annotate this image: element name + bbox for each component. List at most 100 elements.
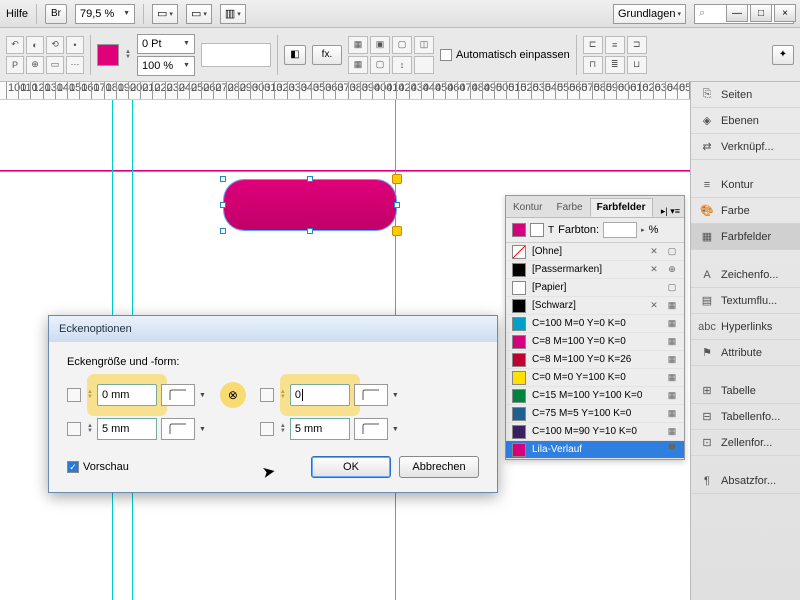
window-maximize[interactable]: □ [750,4,772,22]
rail-item-kontur[interactable]: ≡Kontur [691,172,800,198]
rail-item-textumflu[interactable]: ▤Textumflu... [691,288,800,314]
swatch-color-icon [512,353,526,367]
swatch-row[interactable]: C=75 M=5 Y=100 K=0▦ [506,405,684,423]
rail-icon: ⊞ [699,383,715,399]
type-icon: ▦ [666,408,678,420]
preview-checkbox[interactable]: ✓ Vorschau [67,461,129,473]
panel-tab-kontur[interactable]: Kontur [506,198,549,217]
swatch-row[interactable]: [Papier]▢ [506,279,684,297]
rail-icon: abc [699,319,715,335]
corner-tl-shape[interactable] [161,384,195,406]
fx-button[interactable]: fx. [312,45,342,65]
tint-field[interactable] [603,222,637,238]
group-label: Eckengröße und -form: [67,356,479,368]
stroke-style-dropdown[interactable] [201,43,271,67]
view-options-2[interactable]: ▭▾ [186,4,212,24]
search-icon: ⌕ [699,7,705,20]
corner-options-dialog: Eckenoptionen Eckengröße und -form: ▲▼ 0… [48,315,498,493]
workspace-switcher[interactable]: Grundlagen ▾ [613,4,686,24]
rail-item-verknpf[interactable]: ⇄Verknüpf... [691,134,800,160]
horizontal-ruler: 1001101201301401501601701801902002102202… [0,82,800,100]
rail-item-ebenen[interactable]: ◈Ebenen [691,108,800,134]
corner-br-toggle[interactable] [260,422,274,436]
swatch-color-icon [512,371,526,385]
swap-colors-icon[interactable]: ▲▼ [125,50,131,60]
top-menubar: Hilfe Br 79,5 %▼ ▭▾ ▭▾ ▥▾ Grundlagen ▾ ⌕… [0,0,800,28]
rail-item-attribute[interactable]: ⚑Attribute [691,340,800,366]
current-stroke-icon[interactable] [530,223,544,237]
corner-tr-toggle[interactable] [260,388,274,402]
corner-br-shape[interactable] [354,418,388,440]
menu-help[interactable]: Hilfe [6,8,28,20]
swatch-row[interactable]: [Schwarz]✕▦ [506,297,684,315]
cancel-button[interactable]: Abbrechen [399,456,479,478]
ok-button[interactable]: OK [311,456,391,478]
swatch-row[interactable]: C=0 M=0 Y=100 K=0▦ [506,369,684,387]
swatch-row[interactable]: C=15 M=100 Y=100 K=0▦ [506,387,684,405]
swatch-row[interactable]: [Passermarken]✕⊕ [506,261,684,279]
frame-fit-grid[interactable]: ▦▣▢◫ ▦▢↕ [348,36,434,74]
zoom-field[interactable]: 79,5 %▼ [75,4,135,24]
auto-fit-checkbox[interactable]: Automatisch einpassen [440,49,570,61]
type-icon: ▦ [666,426,678,438]
type-icon: ⊕ [666,264,678,276]
corner-tr-shape[interactable] [354,384,388,406]
swatch-color-icon [512,443,526,457]
type-icon: ▦ [666,354,678,366]
rail-item-tabelle[interactable]: ⊞Tabelle [691,378,800,404]
swatch-row[interactable]: C=8 M=100 Y=0 K=0▦ [506,333,684,351]
align-grid[interactable]: ⊏≡⊐ ⊓≣⊔ [583,36,647,74]
swatch-color-icon [512,425,526,439]
rail-icon: ▦ [699,229,715,245]
control-toolbar: ↶◐⟲• P⊕▭⋯ ▲▼ 0 Pt▼ 100 %▼ ◧ fx. ▦▣▢◫ ▦▢↕… [0,28,800,82]
panel-tab-farbe[interactable]: Farbe [549,198,589,217]
corner-br-field[interactable]: 5 mm [290,418,350,440]
type-icon: ▢ [666,246,678,258]
rail-item-farbfelder[interactable]: ▦Farbfelder [691,224,800,250]
quick-apply-icon[interactable]: ✦ [772,45,794,65]
panel-tab-farbfelder[interactable]: Farbfelder [590,198,653,217]
swatch-color-icon [512,335,526,349]
swatch-row[interactable]: C=8 M=100 Y=0 K=26▦ [506,351,684,369]
corner-tl-toggle[interactable] [67,388,81,402]
corner-tr-field[interactable]: 0 [290,384,350,406]
selected-rectangle[interactable] [224,180,396,230]
fill-swatch[interactable] [97,44,119,66]
swatch-row[interactable]: Lila-Verlauf▀ [506,441,684,459]
transform-ref-grid[interactable]: ↶◐⟲• P⊕▭⋯ [6,36,84,74]
bridge-button[interactable]: Br [45,4,67,24]
corner-tl-field[interactable]: 0 mm [97,384,157,406]
rail-icon: ⊟ [699,409,715,425]
opacity-field[interactable]: 100 %▼ [137,56,195,76]
rail-item-zeichenfo[interactable]: AZeichenfo... [691,262,800,288]
link-corners-icon[interactable]: ⊗ [220,382,246,408]
window-close[interactable]: × [774,4,796,22]
view-options-3[interactable]: ▥▾ [220,4,246,24]
corner-options-icon[interactable]: ◧ [284,45,306,65]
view-options-1[interactable]: ▭▾ [152,4,178,24]
rail-item-seiten[interactable]: ⎘Seiten [691,82,800,108]
rail-item-hyperlinks[interactable]: abcHyperlinks [691,314,800,340]
rail-icon: ▤ [699,293,715,309]
swatch-color-icon [512,407,526,421]
swatch-color-icon [512,263,526,277]
rail-item-zellenfor[interactable]: ⊡Zellenfor... [691,430,800,456]
corner-bl-field[interactable]: 5 mm [97,418,157,440]
rail-item-farbe[interactable]: 🎨Farbe [691,198,800,224]
lock-icon: ✕ [648,264,660,276]
corner-bl-shape[interactable] [161,418,195,440]
rail-icon: ◈ [699,113,715,129]
window-minimize[interactable]: — [726,4,748,22]
swatch-row[interactable]: [Ohne]✕▢ [506,243,684,261]
corner-bl-toggle[interactable] [67,422,81,436]
swatches-panel[interactable]: KonturFarbeFarbfelder▸| ▾≡ T Farbton: ▸ … [505,195,685,460]
rail-item-tabellenfo[interactable]: ⊟Tabellenfo... [691,404,800,430]
type-icon: ▢ [666,282,678,294]
swatch-row[interactable]: C=100 M=0 Y=0 K=0▦ [506,315,684,333]
stroke-weight-field[interactable]: 0 Pt▼ [137,34,195,54]
current-fill-icon[interactable] [512,223,526,237]
rail-item-absatzfor[interactable]: ¶Absatzfor... [691,468,800,494]
rail-icon: ⎘ [699,87,715,103]
swatch-row[interactable]: C=100 M=90 Y=10 K=0▦ [506,423,684,441]
rail-icon: A [699,267,715,283]
